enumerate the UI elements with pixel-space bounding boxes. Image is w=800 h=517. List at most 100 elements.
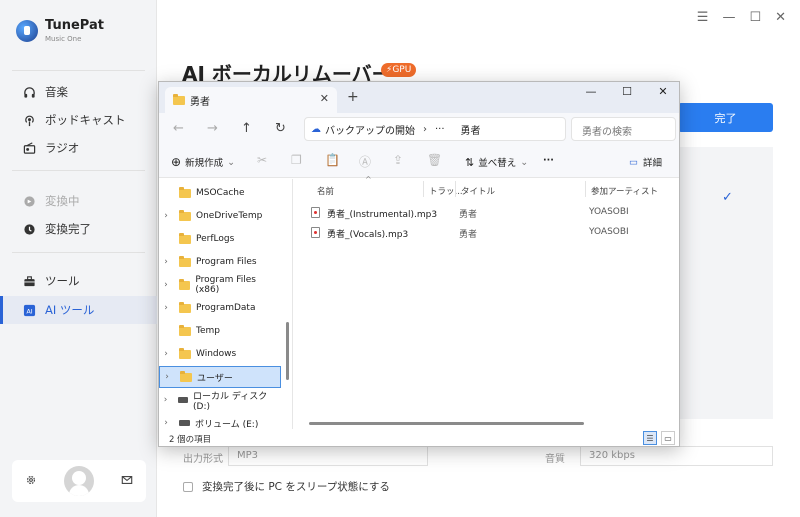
tree-item-label: Program Files (196, 257, 257, 267)
new-button[interactable]: ⊕ 新規作成 ⌄ (171, 155, 235, 169)
sidebar-item-ai-tools[interactable]: AI AI ツール (0, 296, 157, 324)
details-button[interactable]: ▭ 詳細 (629, 155, 662, 170)
chevron-down-icon: ⌄ (520, 156, 529, 168)
sidebar-item-tools[interactable]: ツール (0, 267, 157, 295)
file-name: 勇者_(Vocals).mp3 (327, 230, 409, 240)
maximize-icon[interactable]: ☐ (609, 82, 645, 102)
rename-icon[interactable]: Ⓐ (359, 153, 371, 170)
sidebar-item-radio[interactable]: ラジオ (0, 134, 157, 162)
refresh-icon[interactable]: ↻ (275, 121, 286, 136)
chevron-right-icon[interactable]: › (159, 280, 173, 290)
tree-item[interactable]: › ローカル ディスク (D:) (159, 389, 281, 412)
sort-button[interactable]: ⇅ 並べ替え ⌄ (465, 155, 529, 170)
breadcrumb-more[interactable]: ··· (435, 124, 445, 135)
minimize-icon[interactable]: — (573, 82, 609, 102)
search-input[interactable]: 勇者の検索 (571, 117, 676, 141)
file-list: ^ 名前 トラッ... タイトル 参加アーティスト 勇者_(Instrument… (293, 175, 679, 429)
tree-item[interactable]: Temp (159, 320, 281, 342)
tree-item[interactable]: › Windows (159, 343, 281, 365)
tiles-view-icon[interactable]: ▭ (661, 431, 675, 445)
settings-gear-icon[interactable] (25, 474, 37, 489)
column-header-title[interactable]: タイトル (461, 185, 495, 197)
close-tab-icon[interactable]: ✕ (320, 92, 329, 105)
sidebar-item-converting[interactable]: 変換中 (0, 187, 157, 215)
chevron-down-icon: ⌄ (227, 156, 236, 168)
sidebar-item-label: ツール (45, 274, 80, 288)
sort-icon: ⇅ (465, 155, 475, 169)
done-button[interactable]: 完了 (678, 103, 773, 132)
sleep-option[interactable]: 変換完了後に PC をスリープ状態にする (183, 479, 390, 494)
column-header-name[interactable]: 名前 (317, 185, 334, 197)
minimize-icon[interactable]: — (722, 10, 735, 25)
horizontal-scrollbar[interactable] (309, 422, 584, 425)
tree-item[interactable]: PerfLogs (159, 228, 281, 250)
mail-icon[interactable] (121, 474, 133, 489)
breadcrumb-current[interactable]: 勇者 (461, 122, 481, 137)
account-bar (12, 460, 146, 502)
output-format-select[interactable]: MP3 (228, 446, 428, 466)
tree-item-label: ProgramData (196, 303, 256, 313)
tree-item[interactable]: › Program Files (159, 251, 281, 273)
tree-scrollbar[interactable] (286, 322, 289, 380)
file-title: 勇者 (459, 230, 478, 240)
file-row[interactable]: 勇者_(Instrumental).mp3 勇者 YOASOBI (307, 203, 677, 223)
chevron-right-icon[interactable]: › (159, 395, 172, 405)
close-icon[interactable]: ✕ (775, 10, 786, 25)
chevron-right-icon[interactable]: › (159, 349, 173, 359)
command-bar: ⊕ 新規作成 ⌄ ✂ ❐ 📋 Ⓐ ⇪ 🗑 ⇅ 並べ替え ⌄ ··· ▭ 詳細 (159, 146, 679, 178)
chevron-right-icon[interactable]: › (159, 303, 173, 313)
folder-icon (173, 93, 185, 105)
close-icon[interactable]: ✕ (645, 82, 679, 102)
divider (12, 170, 145, 171)
tree-item[interactable]: MSOCache (159, 182, 281, 204)
more-options-button[interactable]: ··· (543, 155, 554, 166)
podcast-icon (22, 113, 36, 127)
tree-item[interactable]: › ユーザー (159, 366, 281, 388)
tree-item[interactable]: › OneDriveTemp (159, 205, 281, 227)
folder-icon (179, 324, 191, 336)
chevron-right-icon[interactable]: › (159, 418, 173, 428)
folder-icon (179, 301, 191, 313)
forward-arrow-icon[interactable]: → (207, 121, 218, 136)
chevron-right-icon[interactable]: › (159, 211, 173, 221)
share-icon[interactable]: ⇪ (393, 153, 403, 167)
sleep-checkbox[interactable] (183, 481, 193, 492)
back-arrow-icon[interactable]: ← (173, 121, 184, 136)
column-header-artist[interactable]: 参加アーティスト (591, 185, 658, 197)
ai-icon: AI (22, 303, 36, 317)
delete-icon[interactable]: 🗑 (427, 153, 442, 167)
column-divider[interactable] (585, 181, 586, 197)
tab-current-folder[interactable]: 勇者 ✕ (165, 87, 337, 113)
audio-file-icon (311, 207, 320, 218)
tree-item[interactable]: › ProgramData (159, 297, 281, 319)
chevron-right-icon[interactable]: › (159, 257, 173, 267)
column-divider[interactable] (423, 181, 424, 197)
file-row[interactable]: 勇者_(Vocals).mp3 勇者 YOASOBI (307, 223, 677, 243)
copy-icon[interactable]: ❐ (291, 153, 302, 167)
chevron-right-icon[interactable]: › (160, 372, 174, 382)
menu-icon[interactable]: ☰ (697, 10, 709, 25)
tree-item[interactable]: › Program Files (x86) (159, 274, 281, 296)
column-divider[interactable] (455, 181, 456, 197)
breadcrumb-root[interactable]: バックアップの開始 (325, 122, 415, 137)
gpu-badge: ⚡GPU (381, 63, 417, 77)
sidebar-item-converted[interactable]: 変換完了 (0, 215, 157, 243)
details-view-icon[interactable]: ☰ (643, 431, 657, 445)
sidebar-item-music[interactable]: 音楽 (0, 78, 157, 106)
maximize-icon[interactable]: ☐ (749, 10, 761, 25)
cut-icon[interactable]: ✂ (257, 153, 267, 167)
sidebar-item-podcast[interactable]: ポッドキャスト (0, 106, 157, 134)
tree-item-label: ローカル ディスク (D:) (193, 391, 268, 412)
quality-select[interactable]: 320 kbps (580, 446, 773, 466)
folder-icon (179, 255, 191, 267)
column-header-track[interactable]: トラッ... (429, 185, 463, 197)
paste-icon[interactable]: 📋 (325, 153, 340, 167)
output-settings-row: 出力形式 MP3 音質 320 kbps (175, 446, 773, 466)
tree-item-label: ボリューム (E:) (195, 419, 259, 430)
clock-icon (22, 222, 36, 236)
navigation-bar: ← → ↑ ↻ ☁ バックアップの開始 › ··· 勇者 勇者の検索 (159, 113, 679, 146)
new-tab-icon[interactable]: + (347, 89, 359, 105)
address-bar[interactable]: ☁ バックアップの開始 › ··· 勇者 (304, 117, 566, 141)
up-arrow-icon[interactable]: ↑ (241, 121, 252, 136)
avatar[interactable] (63, 466, 94, 496)
